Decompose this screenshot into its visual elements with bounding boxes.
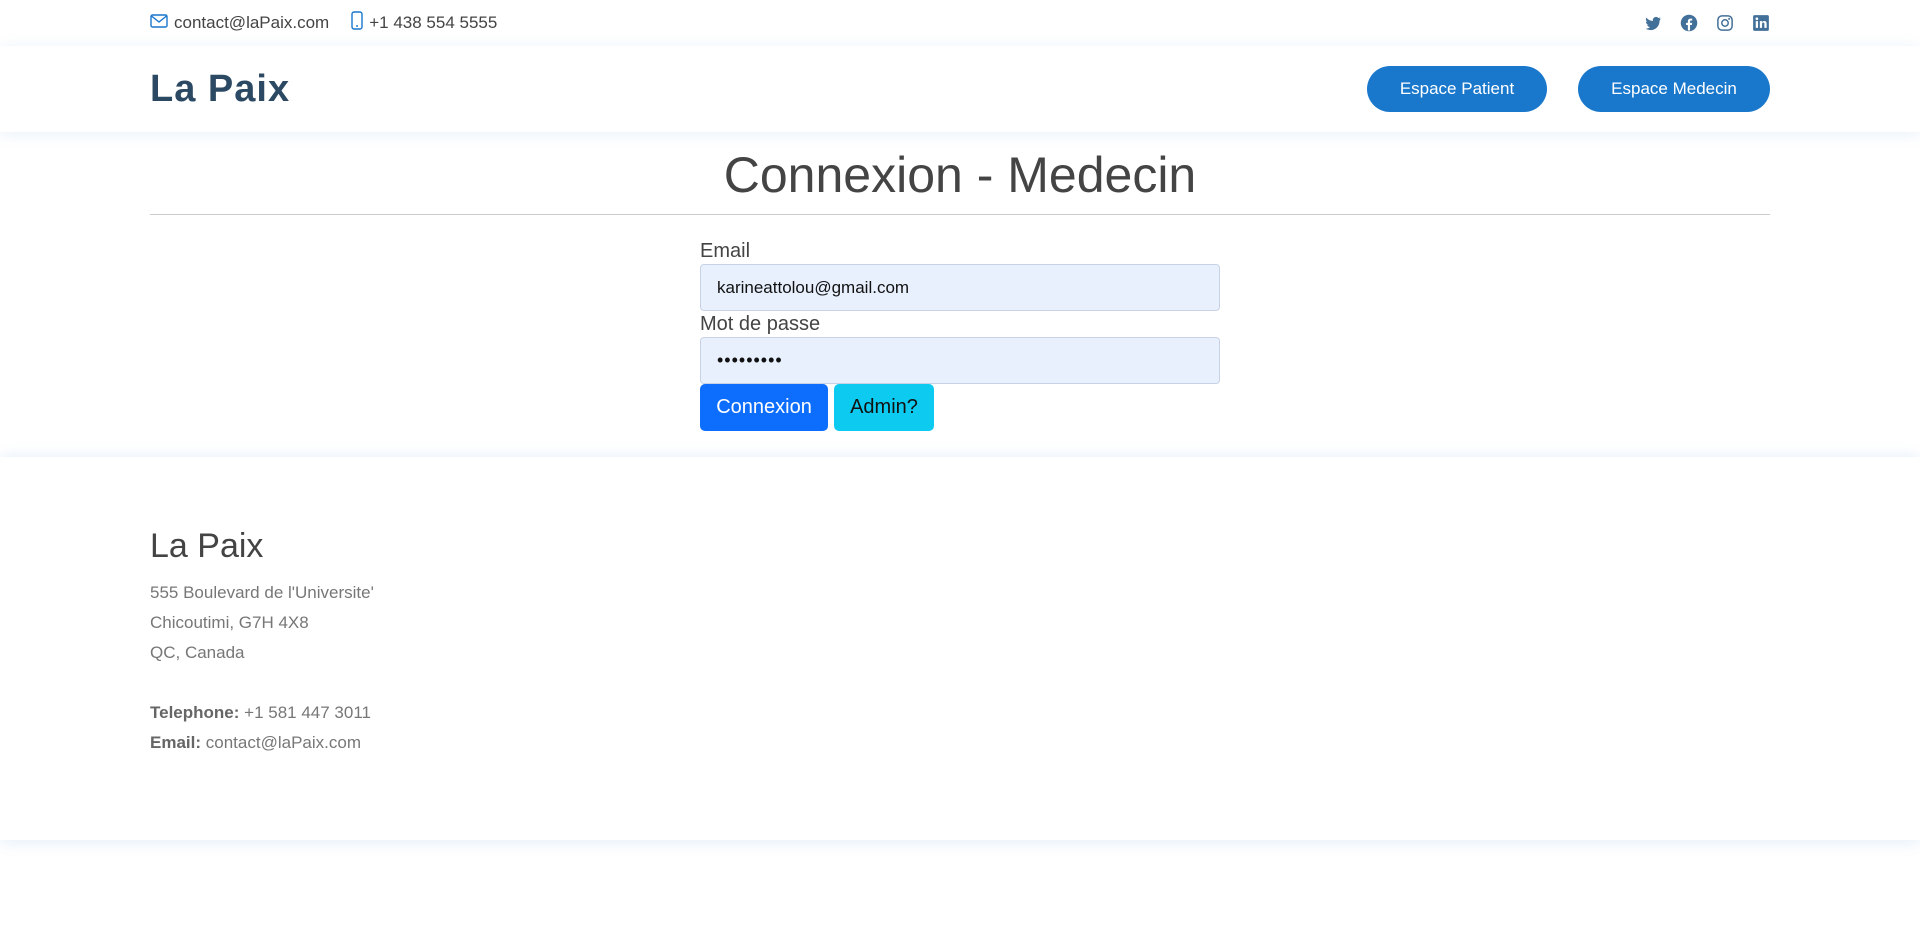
password-field[interactable]: ••••••••• — [700, 337, 1220, 384]
header-nav: Espace Patient Espace Medecin — [1367, 66, 1770, 112]
admin-button[interactable]: Admin? — [834, 384, 934, 431]
phone-icon — [351, 11, 369, 35]
topbar-phone-text: +1 438 554 5555 — [369, 13, 498, 32]
page-title: Connexion - Medecin — [723, 147, 1197, 203]
footer-phone-value: +1 581 447 3011 — [244, 703, 371, 722]
footer-phone: Telephone: +1 581 447 3011 — [150, 698, 1770, 728]
site-logo[interactable]: La Paix — [150, 68, 290, 111]
connexion-button[interactable]: Connexion — [700, 384, 828, 431]
footer-phone-label: Telephone: — [150, 703, 240, 722]
footer-address-line3: QC, Canada — [150, 643, 245, 662]
footer-email: Email: contact@laPaix.com — [150, 728, 1770, 758]
social-links — [1644, 14, 1770, 32]
topbar-email: contact@laPaix.com — [150, 13, 329, 33]
espace-patient-button[interactable]: Espace Patient — [1367, 66, 1547, 112]
instagram-icon[interactable] — [1716, 14, 1734, 32]
email-field-value: karineattolou@gmail.com — [717, 277, 910, 297]
login-section: Connexion - Medecin Email karineattolou@… — [0, 132, 1920, 457]
footer-email-value: contact@laPaix.com — [205, 733, 361, 752]
envelope-icon — [150, 13, 174, 33]
form-actions: Connexion Admin? — [700, 384, 1220, 431]
topbar: contact@laPaix.com +1 438 554 5555 — [0, 0, 1920, 46]
header: La Paix Espace Patient Espace Medecin — [0, 46, 1920, 132]
footer-address-line1: 555 Boulevard de l'Universite' — [150, 583, 374, 602]
title-divider — [150, 214, 1770, 215]
topbar-email-text: contact@laPaix.com — [174, 13, 330, 32]
email-label: Email — [700, 240, 751, 262]
footer-address-line2: Chicoutimi, G7H 4X8 — [150, 613, 309, 632]
footer-name: La Paix — [150, 527, 264, 565]
twitter-icon[interactable] — [1644, 14, 1662, 32]
footer-email-label: Email: — [150, 733, 202, 752]
espace-medecin-button[interactable]: Espace Medecin — [1578, 66, 1770, 112]
footer: La Paix 555 Boulevard de l'Universite' C… — [0, 457, 1920, 840]
linkedin-icon[interactable] — [1752, 14, 1770, 32]
login-form: Email karineattolou@gmail.com Mot de pas… — [700, 238, 1220, 431]
topbar-phone: +1 438 554 5555 — [351, 11, 497, 35]
contact-info: contact@laPaix.com +1 438 554 5555 — [150, 11, 519, 35]
password-field-value: ••••••••• — [717, 350, 783, 370]
password-label: Mot de passe — [700, 313, 821, 335]
facebook-icon[interactable] — [1680, 14, 1698, 32]
email-field[interactable]: karineattolou@gmail.com — [700, 264, 1220, 311]
